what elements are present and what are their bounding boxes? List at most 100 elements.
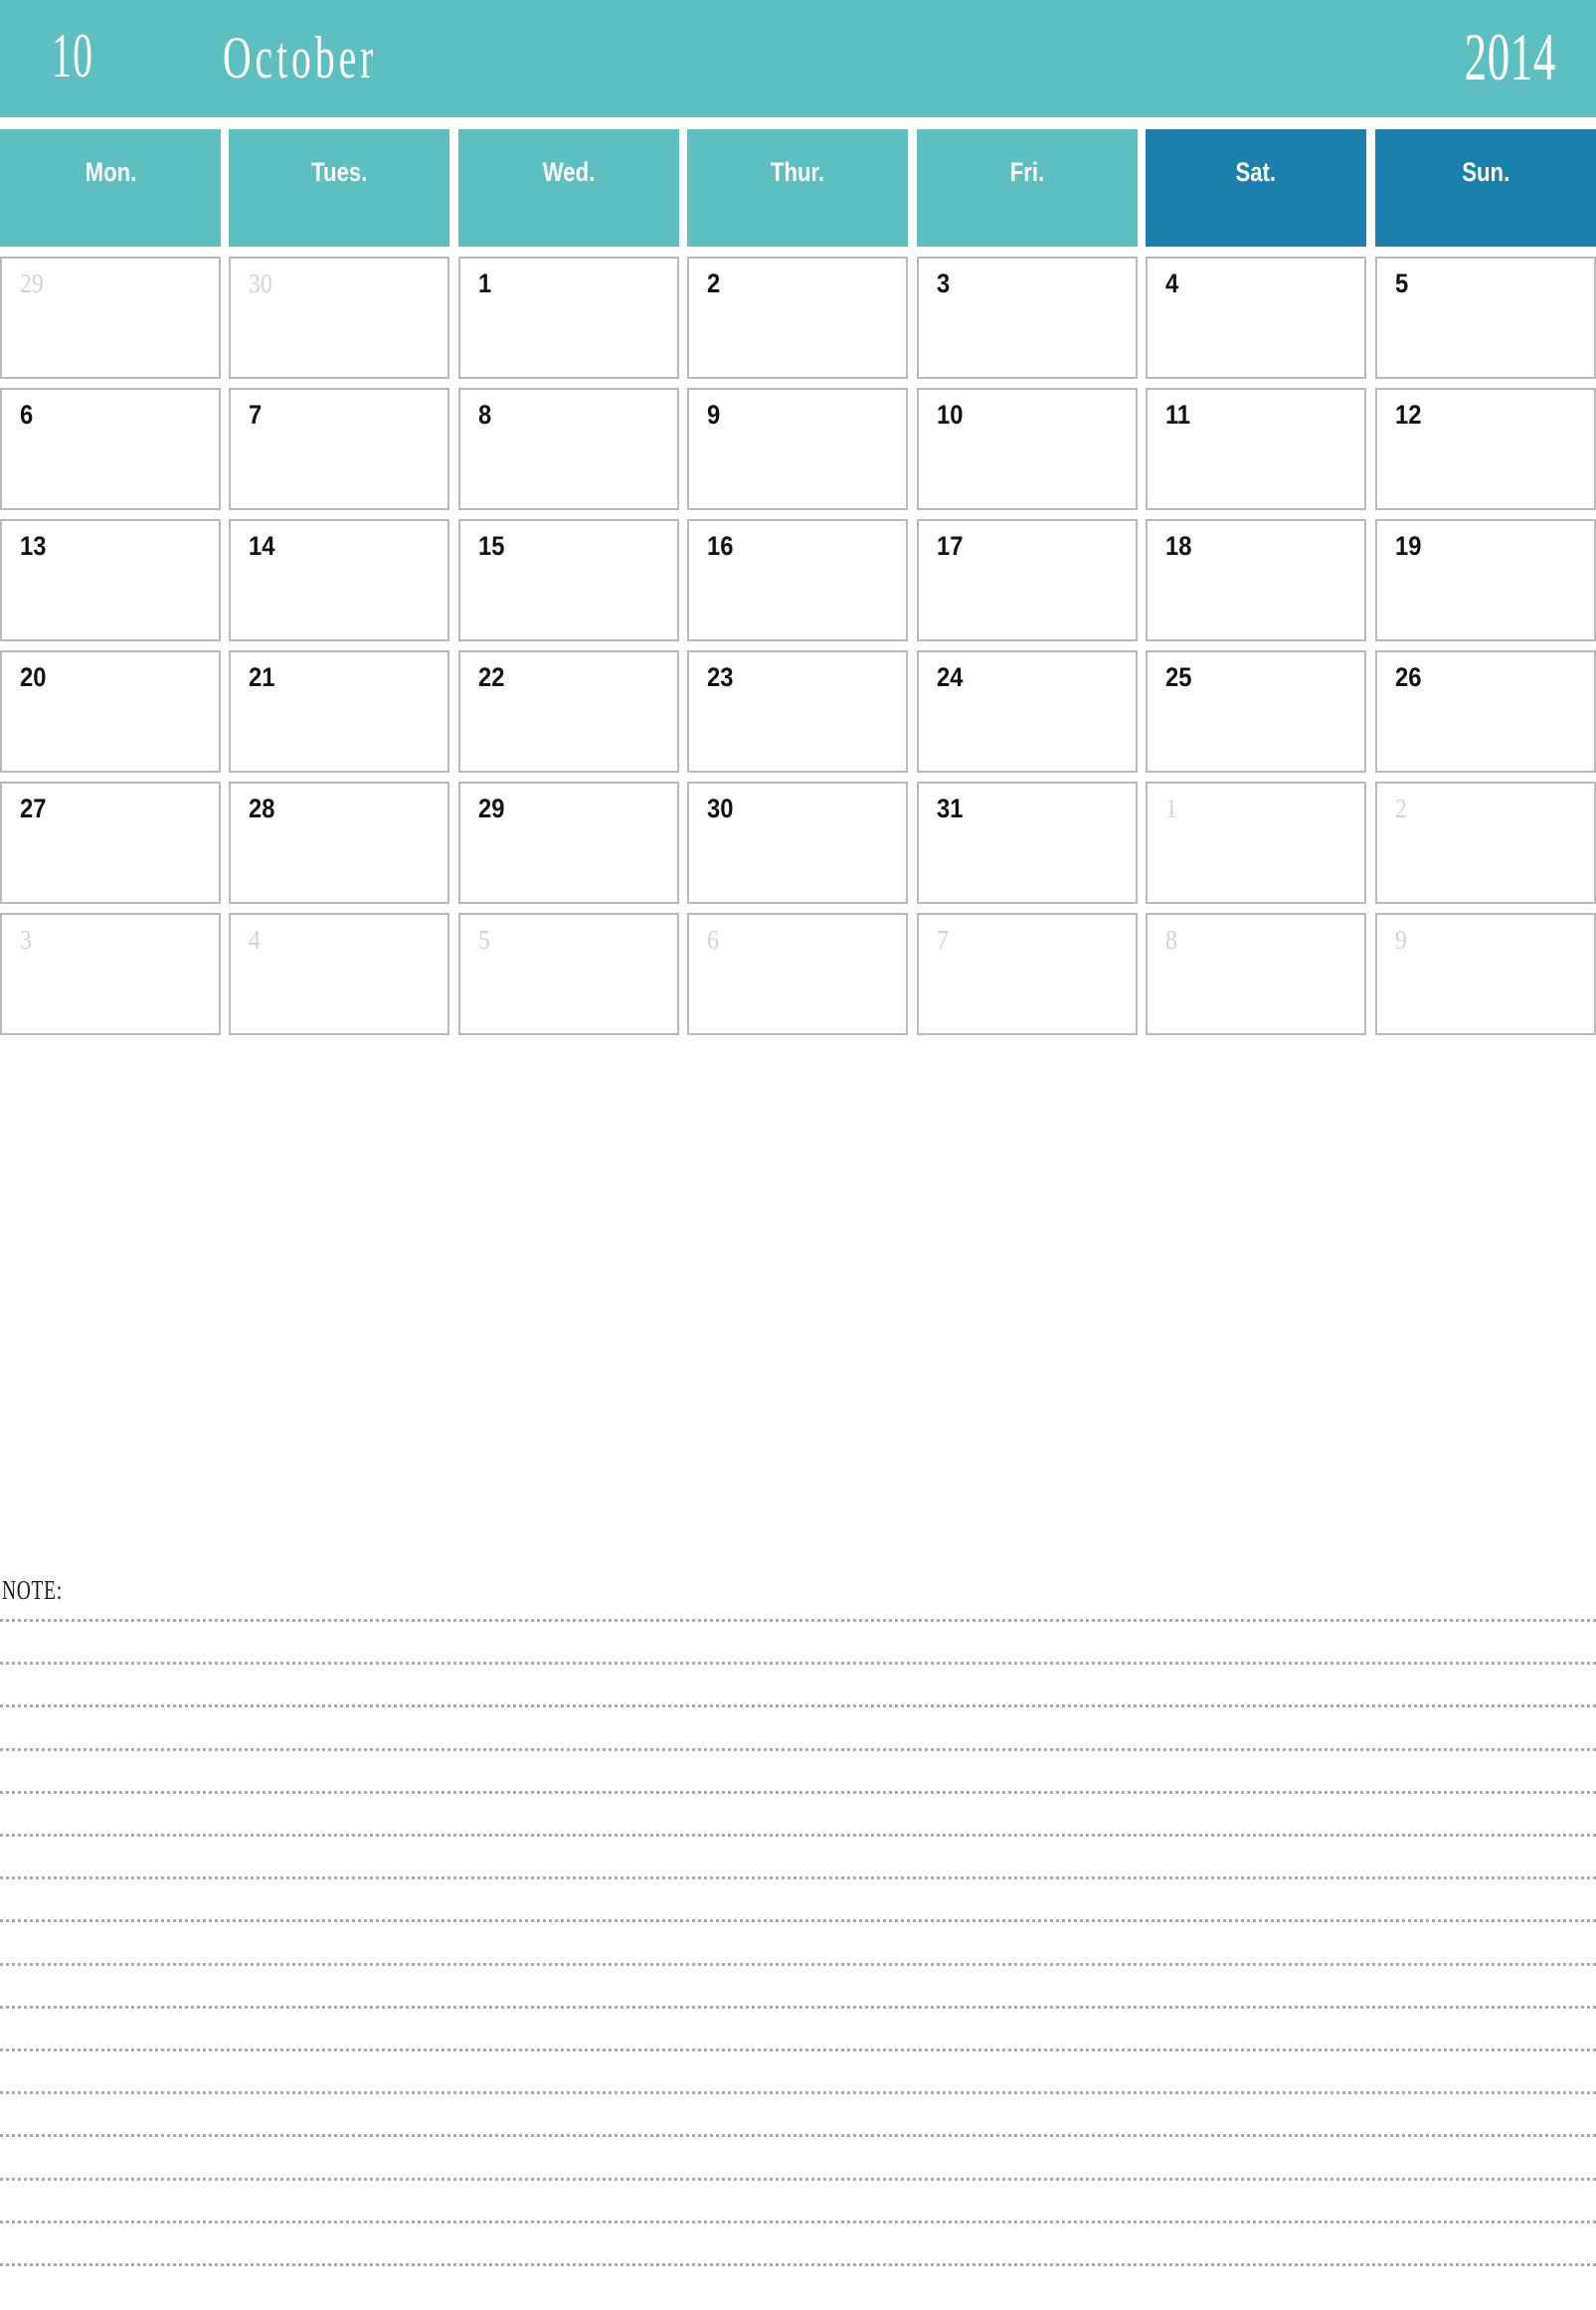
day-cell[interactable]: 14 [229,519,449,641]
weekday-header-fri: Fri. [917,129,1138,247]
note-line [0,2134,1596,2137]
day-number: 18 [1165,531,1192,561]
day-cell[interactable]: 15 [458,519,679,641]
weekday-label: Fri. [1009,157,1045,187]
note-line [0,1619,1596,1622]
day-number: 31 [937,794,964,823]
day-number: 2 [707,268,721,298]
header-year: 2014 [1464,19,1556,94]
day-cell[interactable]: 8 [458,388,679,510]
note-line [0,1876,1596,1879]
header-month-name: October [223,25,378,90]
day-cell[interactable]: 17 [917,519,1138,641]
day-number: 25 [1165,662,1192,692]
day-number: 10 [937,400,964,430]
weekday-header-sun: Sun. [1375,129,1596,247]
note-line [0,2048,1596,2051]
day-cell[interactable]: 12 [1375,388,1596,510]
day-cell[interactable]: 9 [687,388,908,510]
day-cell[interactable]: 10 [917,388,1138,510]
day-cell[interactable]: 28 [229,782,449,904]
day-cell[interactable]: 11 [1146,388,1366,510]
day-number: 7 [249,400,263,430]
day-cell[interactable]: 30 [229,257,449,379]
day-cell[interactable]: 23 [687,650,908,773]
note-label: NOTE: [2,1575,63,1605]
day-cell[interactable]: 1 [1146,782,1366,904]
day-number: 4 [249,925,261,955]
day-number: 30 [707,794,734,823]
weekday-header-row: Mon. Tues. Wed. Thur. Fri. Sat. Sun. [0,129,1596,247]
day-cell[interactable]: 20 [0,650,221,773]
day-cell[interactable]: 5 [1375,257,1596,379]
weekday-label: Sun. [1462,157,1509,187]
day-number: 6 [707,925,719,955]
day-cell[interactable]: 31 [917,782,1138,904]
weekday-header-sat: Sat. [1146,129,1366,247]
calendar-page: 10 October 2014 Mon. Tues. Wed. Thur. Fri. Sa… [0,0,1596,2310]
day-cell[interactable]: 6 [687,913,908,1035]
day-cell[interactable]: 16 [687,519,908,641]
day-cell[interactable]: 3 [0,913,221,1035]
day-cell[interactable]: 8 [1146,913,1366,1035]
day-number: 1 [478,268,492,298]
day-cell[interactable]: 26 [1375,650,1596,773]
day-cell[interactable]: 29 [458,782,679,904]
note-line [0,1963,1596,1966]
day-cell[interactable]: 24 [917,650,1138,773]
day-number: 30 [249,268,272,298]
day-number: 16 [707,531,734,561]
day-number: 22 [478,662,505,692]
day-cell[interactable]: 3 [917,257,1138,379]
day-number: 26 [1395,662,1422,692]
note-line [0,1704,1596,1707]
weekday-label: Tues. [310,157,368,187]
day-cell[interactable]: 22 [458,650,679,773]
day-number: 21 [249,662,275,692]
day-number: 28 [249,794,275,823]
day-number: 7 [937,925,949,955]
day-number: 15 [478,531,505,561]
note-line [0,1748,1596,1751]
weekday-header-mon: Mon. [0,129,221,247]
day-number: 13 [20,531,47,561]
note-line [0,1662,1596,1665]
day-number: 17 [937,531,964,561]
day-cell[interactable]: 27 [0,782,221,904]
day-number: 24 [937,662,964,692]
weekday-label: Mon. [85,157,136,187]
day-cell[interactable]: 2 [687,257,908,379]
day-cell[interactable]: 9 [1375,913,1596,1035]
day-cell[interactable]: 6 [0,388,221,510]
weekday-header-wed: Wed. [458,129,679,247]
day-cell[interactable]: 29 [0,257,221,379]
day-number: 3 [937,268,951,298]
weekday-label: Thur. [770,157,825,187]
note-line [0,1919,1596,1922]
day-cell[interactable]: 1 [458,257,679,379]
day-number: 12 [1395,400,1422,430]
day-cell[interactable]: 7 [229,388,449,510]
day-cell[interactable]: 25 [1146,650,1366,773]
day-cell[interactable]: 7 [917,913,1138,1035]
day-cell[interactable]: 19 [1375,519,1596,641]
day-cell[interactable]: 18 [1146,519,1366,641]
day-cell[interactable]: 2 [1375,782,1596,904]
day-number: 6 [20,400,34,430]
day-number: 11 [1165,400,1191,430]
day-cell[interactable]: 4 [1146,257,1366,379]
day-cell[interactable]: 30 [687,782,908,904]
header-month-number: 10 [52,20,94,90]
day-number: 8 [478,400,492,430]
day-number: 29 [478,794,505,823]
calendar-header: 10 October 2014 [0,0,1596,117]
day-number: 20 [20,662,47,692]
day-cell[interactable]: 21 [229,650,449,773]
day-cell[interactable]: 13 [0,519,221,641]
day-number: 23 [707,662,734,692]
weekday-header-tues: Tues. [229,129,449,247]
day-cell[interactable]: 4 [229,913,449,1035]
day-number: 3 [20,925,32,955]
day-cell[interactable]: 5 [458,913,679,1035]
note-line [0,2091,1596,2094]
